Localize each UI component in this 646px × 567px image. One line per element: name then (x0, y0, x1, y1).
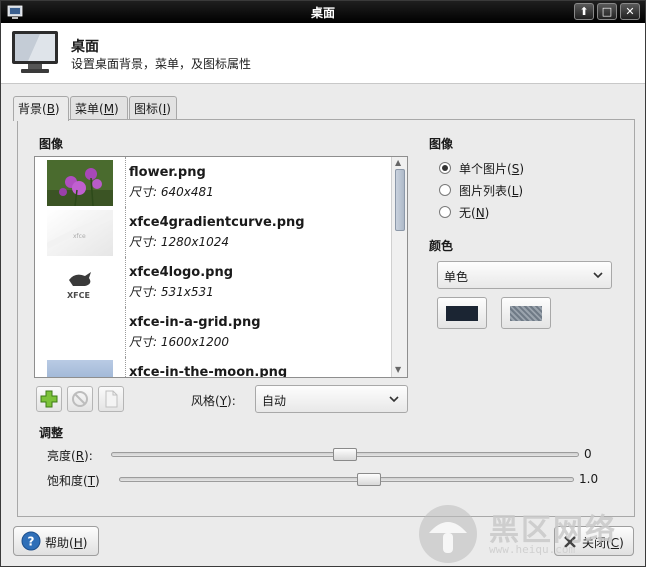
moon-thumbnail (47, 360, 113, 377)
maximize-button[interactable]: □ (597, 3, 617, 20)
color-style-select[interactable]: 单色 (437, 261, 612, 289)
adjust-section-label: 调整 (39, 426, 64, 440)
radio-dot (439, 162, 451, 174)
tab-background[interactable]: 背景(B) (13, 96, 69, 121)
monitor-icon (12, 31, 58, 73)
header-title: 桌面 (71, 39, 99, 55)
image-filename: xfce-in-a-grid.png (129, 315, 261, 330)
help-button[interactable]: ? 帮助(H) (13, 526, 99, 556)
image-size: 尺寸: 531x531 (129, 285, 214, 299)
close-window-button[interactable]: ✕ (620, 3, 640, 20)
image-size: 尺寸: 1280x1024 (129, 235, 230, 249)
radio-dot (439, 184, 451, 196)
chevron-down-icon (389, 396, 399, 403)
item-divider (125, 257, 126, 307)
document-icon (105, 390, 118, 408)
dialog-header: 桌面 设置桌面背景，菜单，及图标属性 (1, 23, 645, 84)
roll-up-button[interactable]: ⬆ (574, 3, 594, 20)
svg-text:xfce: xfce (73, 233, 86, 240)
image-size: 尺寸: 1600x1200 (129, 335, 230, 349)
second-color-button[interactable] (501, 297, 551, 329)
gradient-curve-thumbnail: xfce (47, 210, 113, 256)
svg-text:XFCE: XFCE (67, 291, 90, 300)
style-label: 风格(Y): (191, 394, 236, 408)
scroll-thumb[interactable] (395, 169, 405, 231)
scroll-down-icon[interactable]: ▼ (395, 365, 401, 374)
image-properties-button[interactable] (98, 386, 124, 412)
image-filename: xfce4logo.png (129, 265, 234, 280)
list-item[interactable]: xfce-in-the-moon.png (35, 357, 391, 378)
watermark-url: www.heiqu.com (489, 543, 576, 556)
flower-thumbnail (47, 160, 113, 206)
item-divider (125, 157, 126, 207)
svg-text:?: ? (28, 535, 35, 549)
image-size: 尺寸: 640x481 (129, 185, 214, 199)
color-swatch (446, 306, 478, 321)
radio-dot (439, 206, 451, 218)
xfce-logo-thumbnail: XFCE (47, 260, 113, 306)
list-scrollbar[interactable]: ▲ ▼ (391, 157, 407, 377)
desktop-settings-window: 桌面 ⬆ □ ✕ 桌面 设置桌面背景，菜单，及图标属性 背景(B) 菜单(M) … (0, 0, 646, 567)
color-swatch (510, 306, 542, 321)
window-title: 桌面 (310, 6, 335, 20)
list-item[interactable]: XFCE xfce4logo.png 尺寸: 531x531 (35, 257, 391, 307)
brightness-slider-handle[interactable] (333, 448, 357, 461)
image-mode-label: 图像 (429, 137, 454, 151)
saturation-slider[interactable] (119, 477, 574, 482)
remove-image-button[interactable] (67, 386, 93, 412)
item-divider (125, 307, 126, 357)
color-section-label: 颜色 (429, 239, 454, 253)
saturation-value: 1.0 (579, 472, 599, 486)
title-bar: 桌面 ⬆ □ ✕ (1, 1, 645, 23)
image-filename: xfce4gradientcurve.png (129, 215, 305, 230)
grid-thumbnail (47, 310, 113, 356)
list-item[interactable]: xfce-in-a-grid.png 尺寸: 1600x1200 (35, 307, 391, 357)
style-select[interactable]: 自动 (255, 385, 408, 413)
tab-icons[interactable]: 图标(I) (129, 96, 177, 120)
image-filename: xfce-in-the-moon.png (129, 365, 288, 378)
brightness-value: 0 (584, 447, 592, 461)
add-image-button[interactable] (36, 386, 62, 412)
brightness-label: 亮度(R): (47, 449, 93, 463)
image-list[interactable]: flower.png 尺寸: 640x481 xfce xfce4gradien… (34, 156, 408, 378)
help-icon: ? (21, 531, 41, 551)
header-subtitle: 设置桌面背景，菜单，及图标属性 (71, 57, 252, 71)
remove-icon (72, 391, 88, 407)
saturation-slider-handle[interactable] (357, 473, 382, 486)
item-divider (125, 207, 126, 257)
list-item[interactable]: flower.png 尺寸: 640x481 (35, 157, 391, 207)
list-item[interactable]: xfce xfce4gradientcurve.png 尺寸: 1280x102… (35, 207, 391, 257)
site-watermark: 黑区网络 www.heiqu.com (413, 501, 646, 567)
tab-menu[interactable]: 菜单(M) (70, 96, 128, 120)
chevron-down-icon (593, 272, 603, 279)
mushroom-logo-icon (419, 505, 477, 563)
plus-icon (40, 390, 58, 408)
image-section-label: 图像 (39, 137, 64, 151)
scroll-up-icon[interactable]: ▲ (395, 158, 401, 167)
item-divider (125, 357, 126, 377)
first-color-button[interactable] (437, 297, 487, 329)
image-filename: flower.png (129, 165, 206, 180)
saturation-label: 饱和度(T) (47, 474, 100, 488)
